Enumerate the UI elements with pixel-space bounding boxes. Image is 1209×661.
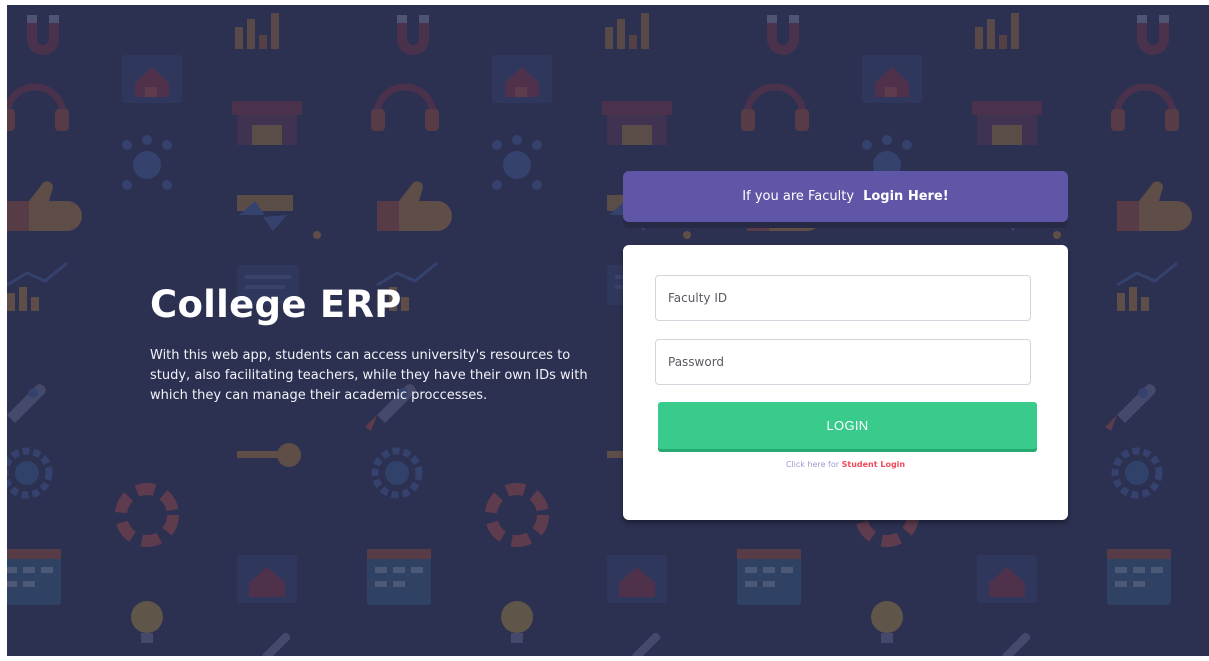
hero-section: College ERP With this web app, students … [150,283,590,406]
student-login-prompt-text: Click here for [785,460,840,469]
password-input[interactable] [655,339,1031,385]
background-panel: College ERP With this web app, students … [7,5,1209,656]
student-login-link[interactable]: Student Login [842,460,906,469]
faculty-id-input[interactable] [655,275,1031,321]
faculty-login-banner[interactable]: If you are Faculty Login Here! [623,171,1068,222]
app-title: College ERP [150,283,402,326]
app-description: With this web app, students can access u… [150,348,588,403]
student-login-prompt: Click here for Student Login [623,460,1068,469]
faculty-login-link[interactable]: Login Here! [863,189,949,204]
login-card: LOGIN Click here for Student Login [623,245,1068,520]
faculty-banner-text: If you are Faculty [742,189,855,204]
login-button[interactable]: LOGIN [658,402,1037,449]
